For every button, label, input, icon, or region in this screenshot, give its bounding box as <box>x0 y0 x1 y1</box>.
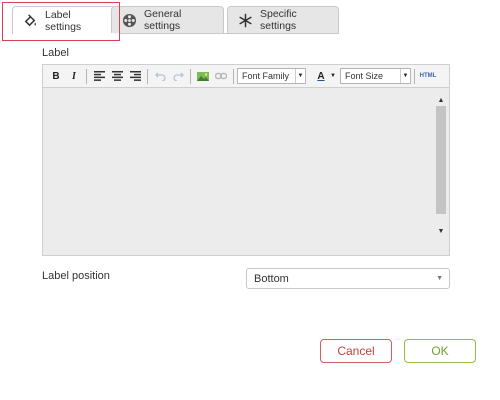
scroll-thumb[interactable] <box>436 106 446 214</box>
editor-scrollbar[interactable]: ▲ ▼ <box>433 88 449 255</box>
scroll-up-arrow-icon[interactable]: ▲ <box>433 93 449 107</box>
insert-link-button[interactable] <box>212 67 230 85</box>
rich-text-editor: B I Font Family ▼ A ▼ Font Size ▼ HTML ▲… <box>42 64 450 256</box>
font-size-select[interactable]: Font Size ▼ <box>339 68 411 84</box>
film-reel-icon <box>122 12 137 28</box>
font-color-dropdown-icon[interactable]: ▼ <box>330 73 336 79</box>
toolbar-divider <box>190 68 191 84</box>
align-center-icon <box>111 71 123 81</box>
font-color-button[interactable]: A <box>312 67 330 85</box>
align-right-icon <box>129 71 141 81</box>
tab-label: Specific settings <box>260 8 297 32</box>
tab-general-settings[interactable]: General settings <box>111 6 224 33</box>
bold-button[interactable]: B <box>47 67 65 85</box>
align-right-button[interactable] <box>126 67 144 85</box>
toolbar-divider <box>147 68 148 84</box>
redo-button[interactable] <box>169 67 187 85</box>
editor-content-area[interactable] <box>43 88 449 255</box>
toolbar-divider <box>86 68 87 84</box>
ok-button[interactable]: OK <box>404 339 476 363</box>
tab-specific-settings[interactable]: Specific settings <box>227 6 339 33</box>
snowflake-icon <box>238 12 253 28</box>
insert-image-button[interactable] <box>194 67 212 85</box>
font-family-select[interactable]: Font Family ▼ <box>237 68 306 84</box>
tab-label-settings[interactable]: Label settings <box>12 6 116 34</box>
cancel-button[interactable]: Cancel <box>320 339 392 363</box>
tab-label: Label settings <box>45 8 82 33</box>
redo-icon <box>172 72 184 81</box>
toolbar-divider <box>233 68 234 84</box>
tab-divider <box>120 33 339 34</box>
label-heading: Label <box>42 47 69 59</box>
scroll-down-arrow-icon[interactable]: ▼ <box>433 224 449 238</box>
align-left-icon <box>93 71 105 81</box>
undo-icon <box>154 72 166 81</box>
label-position-select[interactable]: Bottom ▼ <box>246 268 450 289</box>
editor-toolbar: B I Font Family ▼ A ▼ Font Size ▼ HTML <box>43 65 449 88</box>
tab-label: General settings <box>144 8 182 32</box>
undo-button[interactable] <box>151 67 169 85</box>
label-position-heading: Label position <box>42 270 110 282</box>
font-size-value: Font Size <box>344 71 383 81</box>
align-left-button[interactable] <box>90 67 108 85</box>
label-position-value: Bottom <box>254 272 289 285</box>
chevron-down-icon: ▼ <box>295 69 305 83</box>
html-source-button[interactable]: HTML <box>418 67 438 85</box>
image-icon <box>197 71 209 81</box>
font-family-value: Font Family <box>242 71 290 81</box>
link-icon <box>215 72 227 80</box>
chevron-down-icon: ▼ <box>436 275 443 282</box>
paint-bucket-icon <box>23 13 38 29</box>
italic-button[interactable]: I <box>65 67 83 85</box>
align-center-button[interactable] <box>108 67 126 85</box>
chevron-down-icon: ▼ <box>399 69 410 83</box>
toolbar-divider <box>413 68 415 84</box>
